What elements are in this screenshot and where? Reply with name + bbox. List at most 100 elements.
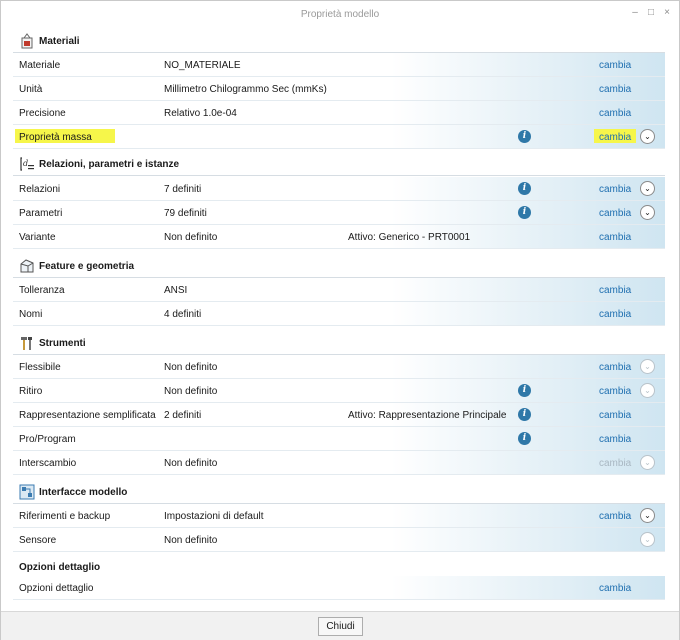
change-link[interactable]: cambia xyxy=(599,232,631,243)
row-rappresentazione-semplificata: Rappresentazione semplificata 2 definiti… xyxy=(13,403,665,427)
info-icon[interactable]: i xyxy=(518,408,531,421)
row-pro-program: Pro/Program i cambia xyxy=(13,427,665,451)
expand-icon[interactable]: ⌄ xyxy=(640,383,655,398)
row-interscambio: Interscambio Non definito cambia ⌄ xyxy=(13,451,665,475)
row-value: Relativo 1.0e-04 xyxy=(164,108,237,119)
row-variante: Variante Non definito Attivo: Generico -… xyxy=(13,225,665,249)
close-window-button[interactable]: × xyxy=(661,7,673,19)
row-value: 4 definiti xyxy=(164,309,202,320)
row-label: Variante xyxy=(19,232,56,243)
expand-icon[interactable]: ⌄ xyxy=(640,205,655,220)
row-active-info: Attivo: Generico - PRT0001 xyxy=(348,232,471,243)
row-label: Parametri xyxy=(19,208,63,219)
change-link[interactable]: cambia xyxy=(599,583,631,594)
change-link[interactable]: cambia xyxy=(599,60,631,71)
row-opzioni-dettaglio: Opzioni dettaglio cambia xyxy=(13,576,665,600)
change-link[interactable]: cambia xyxy=(599,410,631,421)
row-value: 7 definiti xyxy=(164,184,202,195)
row-sensore: Sensore Non definito ⌄ xyxy=(13,528,665,552)
section-title: Relazioni, parametri e istanze xyxy=(39,159,180,170)
row-riferimenti-backup: Riferimenti e backup Impostazioni di def… xyxy=(13,504,665,528)
row-unita: Unità Millimetro Chilogrammo Sec (mmKs) … xyxy=(13,77,665,101)
change-link[interactable]: cambia xyxy=(599,386,631,397)
row-value: NO_MATERIALE xyxy=(164,60,241,71)
row-tolleranza: Tolleranza ANSI cambia xyxy=(13,278,665,302)
model-interface-icon xyxy=(19,484,35,500)
row-value: 2 definiti xyxy=(164,410,202,421)
row-label: Opzioni dettaglio xyxy=(19,583,94,594)
change-link[interactable]: cambia xyxy=(599,108,631,119)
row-value: Non definito xyxy=(164,362,218,373)
window-title: Proprietà modello xyxy=(300,9,380,20)
section-title: Interfacce modello xyxy=(39,487,128,498)
row-label: Rappresentazione semplificata xyxy=(19,410,156,421)
row-value: Impostazioni di default xyxy=(164,511,264,522)
info-icon[interactable]: i xyxy=(518,432,531,445)
row-proprieta-massa: Proprietà massa i cambia ⌄ xyxy=(13,125,665,149)
section-strumenti: Strumenti xyxy=(13,331,665,355)
expand-icon[interactable]: ⌄ xyxy=(640,455,655,470)
row-label: Materiale xyxy=(19,60,61,71)
row-label: Flessibile xyxy=(19,362,61,373)
feature-geometry-icon xyxy=(20,259,34,273)
close-button[interactable]: Chiudi xyxy=(318,617,363,636)
change-link: cambia xyxy=(599,458,632,469)
info-icon[interactable]: i xyxy=(518,384,531,397)
change-link[interactable]: cambia xyxy=(599,309,631,320)
dialog-footer: Chiudi xyxy=(1,611,679,640)
maximize-button[interactable]: □ xyxy=(645,7,657,19)
row-label: Interscambio xyxy=(19,458,77,469)
row-relazioni: Relazioni 7 definiti i cambia ⌄ xyxy=(13,177,665,201)
change-link[interactable]: cambia xyxy=(599,84,631,95)
row-precisione: Precisione Relativo 1.0e-04 cambia xyxy=(13,101,665,125)
expand-icon[interactable]: ⌄ xyxy=(640,359,655,374)
row-label: Unità xyxy=(19,84,43,95)
expand-icon[interactable]: ⌄ xyxy=(640,129,655,144)
row-value: Non definito xyxy=(164,535,218,546)
row-value: ANSI xyxy=(164,285,188,296)
expand-icon[interactable]: ⌄ xyxy=(640,181,655,196)
row-label: Proprietà massa xyxy=(19,132,92,143)
row-label: Precisione xyxy=(19,108,66,119)
change-link[interactable]: cambia xyxy=(599,208,631,219)
row-value: Non definito xyxy=(164,458,218,469)
section-materiali: Materiali xyxy=(13,29,665,53)
materials-icon xyxy=(21,33,33,49)
row-value: Non definito xyxy=(164,386,218,397)
change-link[interactable]: cambia xyxy=(599,362,631,373)
section-interfacce: Interfacce modello xyxy=(13,480,665,504)
section-title: Feature e geometria xyxy=(39,261,135,272)
model-properties-dialog: Proprietà modello – □ × Materiali Materi… xyxy=(0,0,680,640)
minimize-button[interactable]: – xyxy=(629,7,641,19)
expand-icon[interactable]: ⌄ xyxy=(640,532,655,547)
info-icon[interactable]: i xyxy=(518,206,531,219)
row-parametri: Parametri 79 definiti i cambia ⌄ xyxy=(13,201,665,225)
info-icon[interactable]: i xyxy=(518,182,531,195)
row-label: Nomi xyxy=(19,309,43,320)
svg-text:d: d xyxy=(23,159,28,168)
row-nomi: Nomi 4 definiti cambia xyxy=(13,302,665,326)
row-ritiro: Ritiro Non definito i cambia ⌄ xyxy=(13,379,665,403)
row-materiale: Materiale NO_MATERIALE cambia xyxy=(13,53,665,77)
row-value: 79 definiti xyxy=(164,208,207,219)
row-flessibile: Flessibile Non definito cambia ⌄ xyxy=(13,355,665,379)
row-label: Relazioni xyxy=(19,184,61,195)
section-title: Strumenti xyxy=(39,338,86,349)
row-active-info: Attivo: Rappresentazione Principale xyxy=(348,410,507,421)
change-link[interactable]: cambia xyxy=(599,285,631,296)
row-value: Non definito xyxy=(164,232,218,243)
expand-icon[interactable]: ⌄ xyxy=(640,508,655,523)
row-label: Sensore xyxy=(19,535,57,546)
info-icon[interactable]: i xyxy=(518,130,531,143)
change-link[interactable]: cambia xyxy=(599,184,631,195)
change-link[interactable]: cambia xyxy=(599,434,631,445)
properties-panel: Materiali Materiale NO_MATERIALE cambia … xyxy=(13,27,665,607)
title-bar: Proprietà modello – □ × xyxy=(1,1,679,27)
section-title: Opzioni dettaglio xyxy=(19,562,101,573)
change-link[interactable]: cambia xyxy=(599,132,631,143)
tools-icon xyxy=(21,337,32,350)
section-relazioni: d Relazioni, parametri e istanze xyxy=(13,152,665,176)
row-label: Tolleranza xyxy=(19,285,65,296)
relations-icon: d xyxy=(20,157,34,171)
change-link[interactable]: cambia xyxy=(599,511,631,522)
